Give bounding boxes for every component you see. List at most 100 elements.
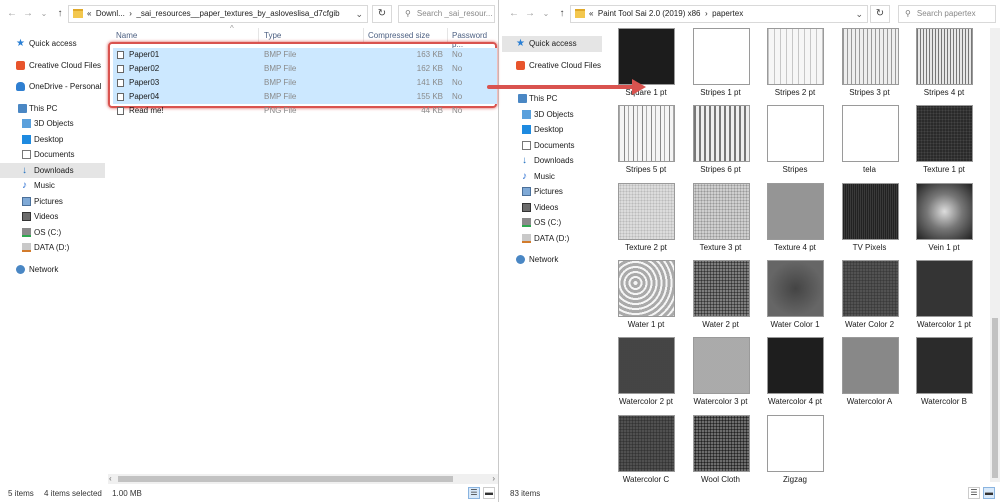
refresh-icon[interactable]: ↻ [870,5,890,23]
nav-videos[interactable]: Videos [502,200,602,216]
thumbnail-item[interactable]: Stripes 3 pt [840,28,914,105]
nav-desktop[interactable]: Desktop [0,132,105,148]
scroll-thumb[interactable] [992,318,998,478]
recent-dropdown-icon[interactable]: ⌄ [38,7,50,21]
thumbnail-item[interactable]: Watercolor 1 pt [914,259,988,337]
forward-icon[interactable]: → [524,7,536,21]
nav-3d-objects[interactable]: 3D Objects [502,107,602,123]
thumbnail-item[interactable]: Watercolor A [840,337,914,414]
refresh-icon[interactable]: ↻ [372,5,392,23]
table-row[interactable]: Paper03 BMP File 141 KB No [113,76,497,90]
nav-network[interactable]: Network [0,262,105,278]
thumbnail-item[interactable]: Wool Cloth [691,414,765,492]
thumbnail-item[interactable]: tela [840,105,914,182]
table-row[interactable]: Paper01 BMP File 163 KB No [113,48,497,62]
thumbnail-item[interactable]: Water 1 pt [616,259,690,337]
thumbnail-item[interactable]: Water Color 2 [840,259,914,337]
chevron-down-icon[interactable]: ⌄ [855,6,863,22]
nav-pictures[interactable]: Pictures [502,184,602,200]
nav-quick-access[interactable]: ★ Quick access [502,36,602,52]
right-address-field[interactable]: « Paint Tool Sai 2.0 (2019) x86 › papert… [570,5,868,23]
nav-creative-cloud[interactable]: Creative Cloud Files [0,58,105,74]
thumbnail-label: Watercolor 1 pt [917,319,971,329]
scroll-left-icon[interactable]: ‹ [109,474,112,484]
nav-this-pc[interactable]: This PC [502,91,602,107]
thumbnail-item[interactable]: Watercolor C [616,414,690,492]
nav-documents[interactable]: Documents [0,147,105,163]
breadcrumb-overflow[interactable]: « [589,9,593,18]
nav-data-d[interactable]: DATA (D:) [502,231,602,247]
nav-documents[interactable]: Documents [502,138,602,154]
breadcrumb-paint-tool-sai[interactable]: Paint Tool Sai 2.0 (2019) x86 [598,9,701,18]
thumbnail-item[interactable]: Water 2 pt [691,259,765,337]
forward-icon[interactable]: → [22,7,34,21]
chevron-down-icon[interactable]: ⌄ [355,6,363,22]
right-status-bar: 83 items [510,489,548,498]
thumbnail-item[interactable]: Watercolor 3 pt [691,337,765,414]
thumbnail-item[interactable]: Square 1 pt [616,28,690,105]
nav-desktop[interactable]: Desktop [502,122,602,138]
details-view-icon[interactable]: ☰ [468,487,480,499]
col-type[interactable]: Type [264,31,281,40]
thumbnail-item[interactable]: Texture 4 pt [765,182,839,260]
up-icon[interactable]: ↑ [54,7,66,21]
document-icon [522,140,531,150]
thumbnail-item[interactable]: Watercolor 4 pt [765,337,839,414]
nav-downloads[interactable]: ↓ Downloads [0,162,105,178]
tiles-view-icon[interactable]: ▬ [983,487,995,499]
nav-network[interactable]: Network [502,252,602,268]
nav-onedrive[interactable]: OneDrive - Personal [0,79,105,95]
col-compressed-size[interactable]: Compressed size [368,31,430,40]
back-icon[interactable]: ← [508,7,520,21]
breadcrumb-papertex[interactable]: papertex [712,9,743,18]
table-row[interactable]: Paper04 BMP File 155 KB No [113,90,497,104]
thumbnail-item[interactable]: Texture 1 pt [914,105,988,182]
details-view-icon[interactable]: ☰ [968,487,980,499]
nav-downloads[interactable]: ↓ Downloads [502,153,602,169]
thumbnail-item[interactable]: Vein 1 pt [914,182,988,260]
nav-quick-access[interactable]: ★ Quick access [0,36,105,52]
thumbnail-item[interactable]: Zigzag [765,414,839,492]
horizontal-scrollbar[interactable]: ‹ › [108,474,498,484]
thumbnail-item[interactable]: Watercolor B [914,337,988,414]
col-name[interactable]: Name [116,31,137,40]
right-search-input[interactable]: ⚲ Search papertex [898,5,996,23]
thumbnail-item[interactable]: Stripes 6 pt [691,105,765,182]
breadcrumb-archive[interactable]: _sai_resources__paper_textures_by_aslove… [136,9,339,18]
column-header: Name ^ Type Compressed size Password p..… [110,24,498,49]
selected-count: 4 items selected [44,489,102,498]
thumbnail-item[interactable]: Stripes 2 pt [765,28,839,105]
thumbnail-item[interactable]: Stripes 5 pt [616,105,690,182]
thumbnail-item[interactable]: Watercolor 2 pt [616,337,690,414]
vertical-scrollbar[interactable] [990,28,1000,482]
thumbnail-item[interactable]: Texture 3 pt [691,182,765,260]
nav-os-c[interactable]: OS (C:) [502,215,602,231]
thumbnail-item[interactable]: Texture 2 pt [616,182,690,260]
nav-creative-cloud[interactable]: Creative Cloud Files [502,58,602,74]
nav-music[interactable]: ♪ Music [502,169,602,185]
left-search-input[interactable]: ⚲ Search _sai_resour... [398,5,495,23]
thumbnail-item[interactable]: Stripes [765,105,839,182]
nav-music[interactable]: ♪ Music [0,178,105,194]
up-icon[interactable]: ↑ [556,7,568,21]
back-icon[interactable]: ← [6,7,18,21]
breadcrumb-downloads[interactable]: Downl... [96,9,125,18]
nav-videos[interactable]: Videos [0,209,105,225]
nav-pictures[interactable]: Pictures [0,194,105,210]
breadcrumb-overflow[interactable]: « [87,9,91,18]
thumbnail-item[interactable]: Stripes 4 pt [914,28,988,105]
scroll-thumb[interactable] [118,476,453,482]
table-row[interactable]: Paper02 BMP File 162 KB No [113,62,497,76]
left-address-field[interactable]: « Downl... › _sai_resources__paper_textu… [68,5,368,23]
tiles-view-icon[interactable]: ▬ [483,487,495,499]
scroll-right-icon[interactable]: › [492,474,495,484]
nav-data-d[interactable]: DATA (D:) [0,240,105,256]
nav-3d-objects[interactable]: 3D Objects [0,116,105,132]
thumbnail-item[interactable]: TV Pixels [840,182,914,260]
nav-os-c[interactable]: OS (C:) [0,225,105,241]
table-row[interactable]: Read me! PNG File 44 KB No [113,104,497,118]
recent-dropdown-icon[interactable]: ⌄ [540,7,552,21]
thumbnail-item[interactable]: Water Color 1 [765,259,839,337]
nav-this-pc[interactable]: This PC [0,101,105,117]
thumbnail-item[interactable]: Stripes 1 pt [691,28,765,105]
